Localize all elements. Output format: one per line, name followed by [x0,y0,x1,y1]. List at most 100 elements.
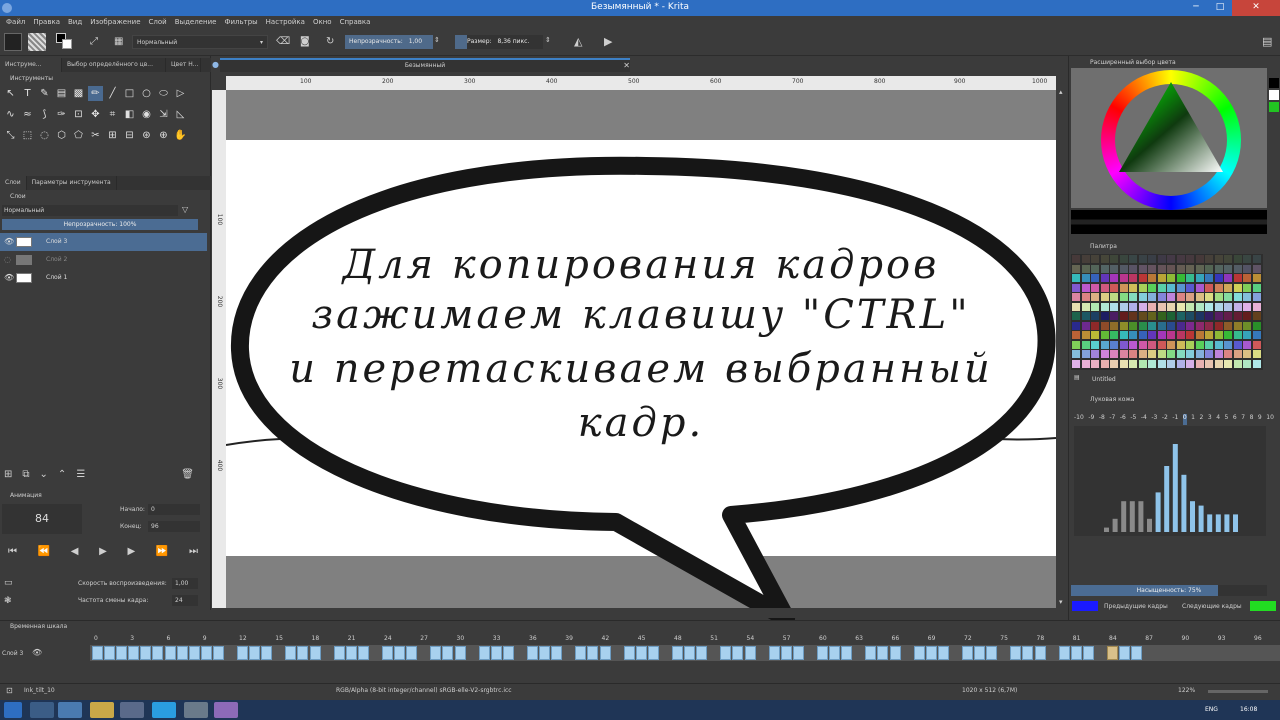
onion-offset-label[interactable]: -1 [1172,414,1178,425]
timeline-frame[interactable] [696,646,708,660]
timeline-frame[interactable] [672,646,683,660]
timeline-frame[interactable] [212,646,224,660]
onion-offset-label[interactable]: -9 [1088,414,1094,425]
palette-swatch[interactable] [1110,274,1118,282]
workspace-icon[interactable]: ▤ [1262,35,1272,48]
timeline-frame[interactable] [382,646,393,660]
timeline-frame[interactable] [357,646,369,660]
tool-button[interactable]: ✑ [54,107,69,122]
recent-color-swatch[interactable] [1269,90,1279,100]
palette-swatch[interactable] [1186,264,1194,273]
onion-offset-label[interactable]: 9 [1258,414,1262,425]
palette-swatch[interactable] [1233,340,1242,349]
timeline-frame[interactable] [164,646,176,660]
palette-swatch[interactable] [1110,350,1118,358]
timeline-frame[interactable] [104,646,116,660]
palette-swatch[interactable] [1167,321,1175,330]
palette-swatch[interactable] [1129,340,1137,349]
blend-mode-select[interactable]: Нормальный ▾ [132,35,268,49]
palette-swatch[interactable] [1224,340,1232,349]
palette-swatch[interactable] [1176,359,1185,368]
timeline-frame[interactable] [140,646,152,660]
palette-swatch[interactable] [1138,302,1147,311]
palette-swatch[interactable] [1205,293,1213,301]
timeline-frame[interactable] [237,646,248,660]
palette-swatch[interactable] [1100,340,1109,349]
palette-swatch[interactable] [1072,283,1080,292]
palette-grid[interactable] [1071,254,1263,370]
menu-edit[interactable]: Правка [33,18,60,26]
taskbar-app-icon[interactable] [120,702,144,718]
palette-swatch[interactable] [1110,312,1118,320]
palette-swatch[interactable] [1157,293,1166,301]
previous-frames-color[interactable] [1072,601,1098,611]
eye-icon[interactable]: 👁 [4,233,14,251]
palette-swatch[interactable] [1167,340,1175,349]
palette-swatch[interactable] [1072,359,1080,368]
timeline-frame[interactable] [249,646,261,660]
timeline-frame[interactable] [962,646,973,660]
palette-swatch[interactable] [1119,293,1128,301]
timeline-frame[interactable] [152,646,164,660]
palette-swatch[interactable] [1243,350,1251,358]
timeline-frame[interactable] [877,646,889,660]
palette-swatch[interactable] [1243,302,1251,311]
palette-swatch[interactable] [1129,264,1137,273]
layer-properties-icon[interactable]: ☰ [76,469,85,480]
palette-swatch[interactable] [1110,264,1118,273]
onion-opacity-bar[interactable] [1129,501,1135,532]
palette-swatch[interactable] [1138,340,1147,349]
palette-swatch[interactable] [1243,331,1251,339]
palette-swatch[interactable] [1148,293,1156,301]
timeline-frame[interactable] [780,646,792,660]
reload-preset-icon[interactable]: ↻ [326,36,334,47]
saturation-triangle[interactable] [1119,82,1223,174]
scroll-down-icon[interactable]: ▾ [1059,598,1063,606]
palette-name[interactable]: Untitled [1092,376,1116,383]
tool-button[interactable]: ⟆ [37,107,52,122]
palette-swatch[interactable] [1176,340,1185,349]
timeline-frame[interactable] [587,646,599,660]
onion-opacity-bar[interactable] [1190,501,1195,532]
tool-button[interactable]: ≈ [20,107,35,122]
tool-button[interactable]: □ [122,86,137,101]
palette-swatch[interactable] [1100,312,1109,320]
scroll-up-icon[interactable]: ▴ [1059,88,1063,96]
palette-swatch[interactable] [1195,302,1204,311]
palette-swatch[interactable] [1081,293,1090,301]
palette-swatch[interactable] [1167,293,1175,301]
pattern-icon[interactable] [28,33,46,51]
eraser-icon[interactable]: ⌫ [276,36,290,47]
onion-opacity-bar[interactable] [1164,466,1170,532]
palette-swatch[interactable] [1233,255,1242,263]
start-field[interactable]: 0 [148,504,200,515]
tab-color[interactable]: Цвет Н... [166,58,201,72]
palette-swatch[interactable] [1081,274,1090,282]
palette-swatch[interactable] [1252,293,1261,301]
palette-swatch[interactable] [1167,274,1175,282]
palette-swatch[interactable] [1214,283,1223,292]
palette-swatch[interactable] [1176,321,1185,330]
timeline-frame[interactable] [913,646,925,660]
palette-swatch[interactable] [1129,359,1137,368]
palette-swatch[interactable] [1214,312,1223,320]
timeline-frame[interactable] [623,646,635,660]
maximize-button[interactable]: □ [1208,0,1232,16]
palette-swatch[interactable] [1157,264,1166,273]
timeline-frame[interactable] [406,646,418,660]
palette-swatch[interactable] [1205,350,1213,358]
tool-button[interactable]: ↖ [3,86,18,101]
palette-swatch[interactable] [1167,302,1175,311]
palette-swatch[interactable] [1129,350,1137,358]
delete-layer-icon[interactable]: 🗑 [181,469,194,480]
skype-icon[interactable] [152,702,176,718]
palette-swatch[interactable] [1138,359,1147,368]
eye-icon[interactable]: 👁 [4,269,14,287]
zoom-slider[interactable] [1208,690,1268,693]
palette-swatch[interactable] [1091,350,1099,358]
timeline-frame[interactable] [1034,646,1046,660]
palette-swatch[interactable] [1167,283,1175,292]
palette-swatch[interactable] [1072,264,1080,273]
timeline-frame[interactable] [454,646,466,660]
palette-swatch[interactable] [1129,302,1137,311]
